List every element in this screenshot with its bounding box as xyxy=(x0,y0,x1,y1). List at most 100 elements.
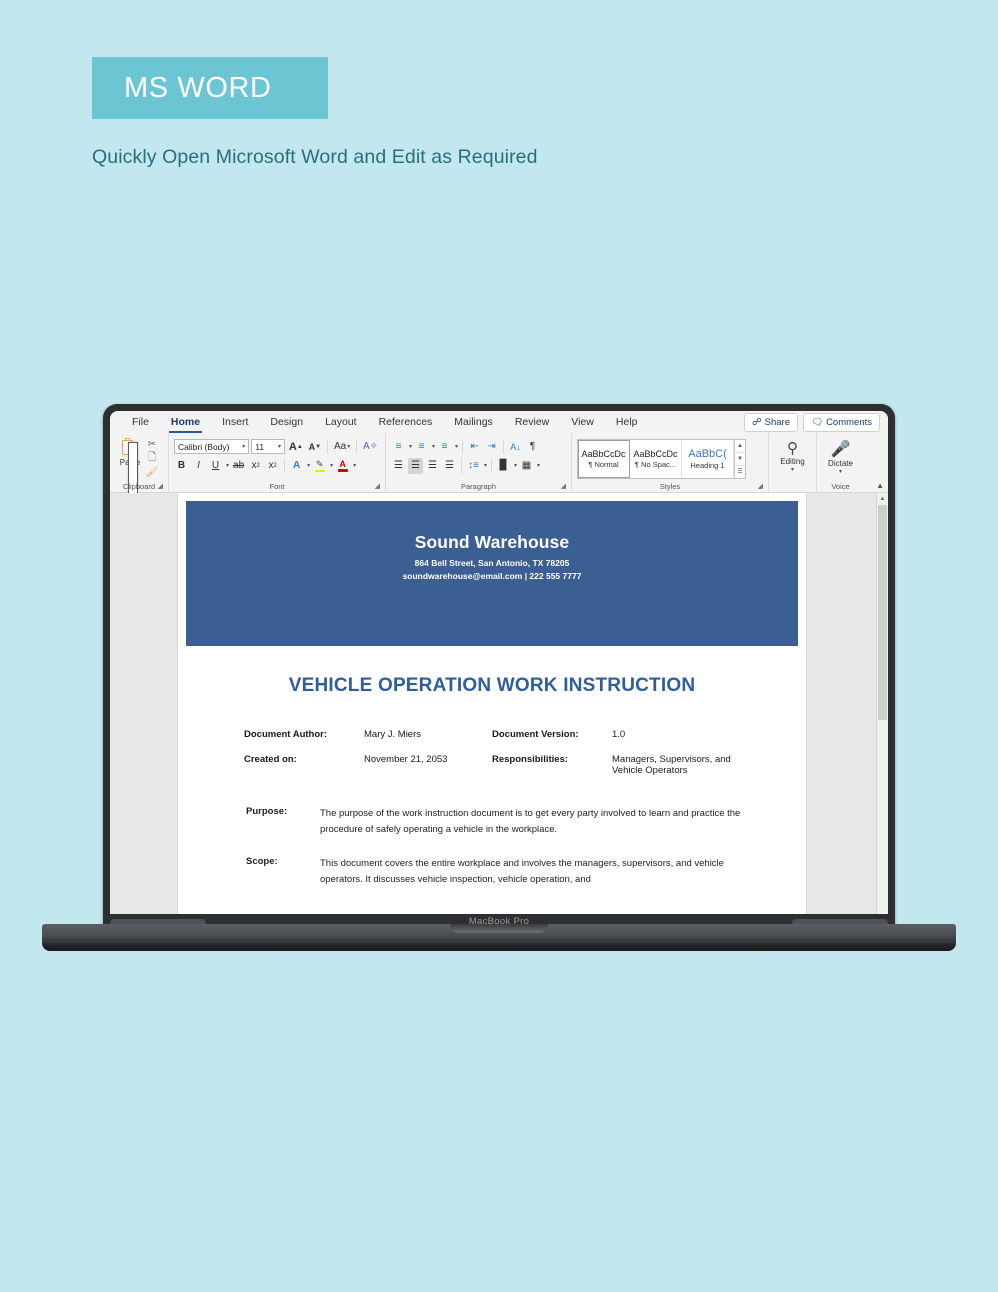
style-item-no-spacing[interactable]: AaBbCcDc ¶ No Spac... xyxy=(630,439,682,478)
italic-button[interactable]: I xyxy=(191,458,206,474)
meta-value-responsibilities: Managers, Supervisors, and Vehicle Opera… xyxy=(612,754,731,776)
font-size-value: 11 xyxy=(255,441,265,452)
promo-banner: MS WORD xyxy=(92,57,328,119)
tab-help[interactable]: Help xyxy=(605,412,649,433)
laptop-mockup: File Home Insert Design Layout Reference… xyxy=(0,395,998,960)
paste-clipboard-icon xyxy=(121,438,139,914)
text-effects-chevron-down-icon[interactable]: ▾ xyxy=(307,462,310,469)
organization-address: 864 Bell Street, San Antonio, TX 78205 xyxy=(414,558,570,568)
font-name-input[interactable]: Calibri (Body) ▾ xyxy=(174,439,250,454)
styles-gallery-scroller[interactable]: ▲ ▼ ☰ xyxy=(734,439,745,478)
numbering-chevron-down-icon[interactable]: ▾ xyxy=(432,443,435,450)
paintbrush-icon[interactable]: 🖌 xyxy=(145,466,159,479)
scroll-up-icon[interactable]: ▲ xyxy=(877,493,888,505)
line-spacing-chevron-down-icon[interactable]: ▾ xyxy=(484,462,487,469)
align-center-icon[interactable]: ☰ xyxy=(408,457,423,474)
grow-font-button[interactable]: A ▲ xyxy=(287,439,305,455)
scrollbar-thumb[interactable] xyxy=(878,505,887,720)
styles-dialog-launcher-icon[interactable]: ◢ xyxy=(758,481,763,492)
document-page[interactable]: Sound Warehouse 864 Bell Street, San Ant… xyxy=(178,493,806,914)
tab-review[interactable]: Review xyxy=(504,412,560,433)
paste-button[interactable]: Paste ▾ xyxy=(115,436,145,914)
justify-icon[interactable]: ☰ xyxy=(442,458,457,474)
align-left-icon[interactable]: ☰ xyxy=(391,458,406,474)
borders-chevron-down-icon[interactable]: ▾ xyxy=(537,462,540,469)
increase-indent-icon[interactable]: ⇥ xyxy=(484,439,499,455)
bullets-chevron-down-icon[interactable]: ▾ xyxy=(409,443,412,450)
clear-formatting-icon[interactable]: A✧ xyxy=(361,439,380,455)
share-button[interactable]: ☍ Share xyxy=(744,413,798,432)
numbered-list-icon[interactable]: ≡ xyxy=(414,439,429,455)
dictate-chevron-down-icon[interactable]: ▾ xyxy=(839,468,842,475)
text-effects-button[interactable]: A xyxy=(289,458,304,474)
styles-scroll-up-icon[interactable]: ▲ xyxy=(735,440,745,453)
decrease-indent-icon[interactable]: ⇤ xyxy=(467,439,482,455)
collapse-ribbon-icon[interactable]: ▲ xyxy=(876,481,884,490)
organization-contact: soundwarehouse@email.com | 222 555 7777 xyxy=(402,571,582,581)
copy-icon[interactable]: 🗋 xyxy=(145,452,159,465)
bullet-list-icon[interactable]: ≡ xyxy=(391,439,406,455)
strikethrough-button[interactable]: ab xyxy=(231,458,246,474)
shading-chevron-down-icon[interactable]: ▾ xyxy=(514,462,517,469)
tab-insert[interactable]: Insert xyxy=(211,412,259,433)
paragraph-dialog-launcher-icon[interactable]: ◢ xyxy=(561,481,566,492)
style-name: ¶ Normal xyxy=(588,459,619,469)
meta-key-responsibilities: Responsibilities: xyxy=(492,754,569,765)
pilcrow-icon[interactable]: ¶ xyxy=(525,439,540,455)
tab-file[interactable]: File xyxy=(121,412,160,433)
tab-references[interactable]: References xyxy=(368,412,444,433)
window-actions: ☍ Share 🗨 Comments xyxy=(744,413,880,432)
tab-view[interactable]: View xyxy=(560,412,605,433)
multilevel-chevron-down-icon[interactable]: ▾ xyxy=(455,443,458,450)
style-preview: AaBbCcDc xyxy=(581,448,626,459)
meta-value-document-author: Mary J. Miers xyxy=(364,729,421,740)
comments-button[interactable]: 🗨 Comments xyxy=(803,413,880,432)
font-dialog-launcher-icon[interactable]: ◢ xyxy=(375,481,380,492)
multilevel-list-icon[interactable]: ≡ xyxy=(437,439,452,455)
line-spacing-icon[interactable]: ↕≡ xyxy=(466,458,481,474)
change-case-button[interactable]: Aa ▾ xyxy=(332,439,352,455)
comment-bubble-icon: 🗨 xyxy=(811,417,824,428)
shrink-font-button[interactable]: A ▼ xyxy=(307,439,323,455)
ribbon-group-voice: 🎤 Dictate ▾ Voice xyxy=(816,433,864,492)
document-meta-table: Document Author: Mary J. Miers Document … xyxy=(244,729,806,776)
styles-more-icon[interactable]: ☰ xyxy=(735,466,745,478)
dictate-button[interactable]: 🎤 Dictate ▾ xyxy=(823,436,859,475)
underline-chevron-down-icon[interactable]: ▾ xyxy=(226,462,229,469)
subscript-button[interactable]: x2 xyxy=(248,458,263,474)
style-item-normal[interactable]: AaBbCcDc ¶ Normal xyxy=(578,439,630,478)
highlight-chevron-down-icon[interactable]: ▾ xyxy=(330,462,333,469)
style-item-heading-1[interactable]: AaBbC( Heading 1 xyxy=(682,439,734,478)
editing-chevron-down-icon[interactable]: ▾ xyxy=(791,466,794,473)
tab-home[interactable]: Home xyxy=(160,412,211,433)
sort-az-icon[interactable]: A↓ xyxy=(508,439,523,455)
bold-button[interactable]: B xyxy=(174,458,189,474)
styles-scroll-down-icon[interactable]: ▼ xyxy=(735,453,745,466)
align-right-icon[interactable]: ☰ xyxy=(425,458,440,474)
text-highlight-button[interactable]: ✎ xyxy=(312,458,327,474)
vertical-scrollbar[interactable]: ▲ xyxy=(876,493,888,914)
meta-value-created-on: November 21, 2053 xyxy=(364,754,448,765)
tab-layout[interactable]: Layout xyxy=(314,412,368,433)
section-value-purpose: The purpose of the work instruction docu… xyxy=(320,808,741,836)
group-label-font: Font ◢ xyxy=(269,481,380,492)
meta-key-document-author: Document Author: xyxy=(244,729,328,740)
style-name: ¶ No Spac... xyxy=(634,459,677,469)
editing-button[interactable]: ⚲ Editing ▾ xyxy=(775,436,811,473)
superscript-button[interactable]: x2 xyxy=(265,458,280,474)
clipboard-dialog-launcher-icon[interactable]: ◢ xyxy=(158,481,163,492)
shading-icon[interactable]: ▉ xyxy=(496,458,511,474)
font-size-input[interactable]: 11 ▾ xyxy=(251,439,285,454)
ribbon-group-styles: AaBbCcDc ¶ Normal AaBbCcDc ¶ No Spac... … xyxy=(571,433,768,492)
tab-design[interactable]: Design xyxy=(259,412,314,433)
underline-button[interactable]: U xyxy=(208,458,223,474)
borders-icon[interactable]: ▦ xyxy=(519,458,534,474)
font-color-button[interactable]: A xyxy=(335,458,350,474)
organization-name: Sound Warehouse xyxy=(414,532,570,552)
editing-label: Editing xyxy=(780,457,805,466)
font-color-chevron-down-icon[interactable]: ▾ xyxy=(353,462,356,469)
ribbon-group-paragraph: ≡ ▾ ≡ ▾ ≡ ▾ ⇤ ⇥ A↓ ¶ ☰ ☰ ☰ ☰ ↕≡ ▾ ▉ ▾ ▦ … xyxy=(385,433,571,492)
tab-mailings[interactable]: Mailings xyxy=(443,412,504,433)
document-canvas: Sound Warehouse 864 Bell Street, San Ant… xyxy=(110,493,888,914)
font-name-value: Calibri (Body) xyxy=(178,441,230,452)
